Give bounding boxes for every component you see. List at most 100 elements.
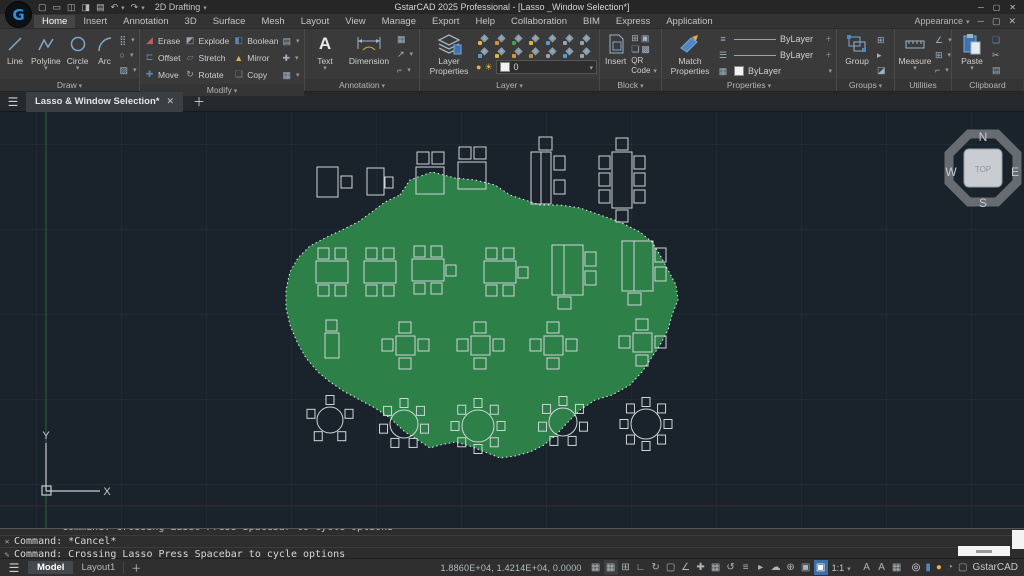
tab-view[interactable]: View [337, 15, 373, 28]
trim-tool-button[interactable]: ▦ [282, 69, 299, 81]
layer-properties-button[interactable]: Layer Properties [422, 31, 476, 79]
command-input-text[interactable]: Command: Crossing Lasso Press Spacebar t… [14, 549, 345, 560]
insert-button[interactable]: Insert [602, 31, 629, 79]
tab-layout[interactable]: Layout [293, 15, 338, 28]
explode-button[interactable]: ◩Explode [185, 32, 230, 49]
workspace-dropdown[interactable]: 2D Drafting [155, 2, 207, 12]
display-icon[interactable]: ▢ [958, 561, 967, 575]
otrack-toggle[interactable]: ✚ [694, 560, 708, 575]
hatch-tool-button[interactable]: ▨ [120, 64, 137, 76]
polyline-button[interactable]: Polyline▾ [28, 31, 64, 79]
calculator-button[interactable]: ⊞ [935, 49, 952, 61]
command-vertical-scrollbar[interactable] [1012, 530, 1024, 549]
stretch-button[interactable]: ▱Stretch [185, 49, 230, 66]
fillet-tool-button[interactable]: ✚ [282, 52, 299, 64]
panel-label-groups[interactable]: Groups [837, 79, 894, 91]
grid-toggle[interactable]: ▦ [589, 560, 603, 575]
qr-code-label[interactable]: QR Code [631, 56, 657, 77]
model-tab[interactable]: Model [28, 561, 73, 574]
layer-tool-icon[interactable]: ◈ [493, 33, 510, 46]
print-icon[interactable]: ▤ [96, 2, 105, 13]
snap-toggle[interactable]: ▦ [604, 560, 618, 575]
annotation-scale-dropdown[interactable]: 1:1 [832, 563, 851, 573]
appearance-dropdown[interactable]: Appearance [914, 16, 969, 26]
offset-button[interactable]: ⊏Offset [144, 49, 181, 66]
quick-properties-toggle[interactable]: ▣ [799, 560, 813, 575]
selection-cycling-toggle[interactable]: ▸ [754, 560, 768, 575]
isolate-objects-toggle[interactable]: ▦ [890, 560, 904, 575]
measure-button[interactable]: Measure▾ [897, 31, 933, 79]
panel-label-clipboard[interactable]: Clipboard [952, 79, 1023, 91]
polar-toggle[interactable]: ↻ [649, 560, 663, 575]
tab-3d[interactable]: 3D [177, 15, 205, 28]
command-close-icon[interactable]: ✕ [0, 537, 14, 546]
block-edit-button[interactable]: ⊞▣ [631, 33, 657, 43]
tips-bulb-icon[interactable]: ● [936, 561, 942, 575]
boolean-button[interactable]: ◧Boolean [233, 32, 278, 49]
layer-tool-icon[interactable]: ◈ [510, 33, 527, 46]
color-dropdown[interactable]: ▦ ByLayer▾ [716, 64, 834, 78]
group-edit-button[interactable]: ▸ [877, 50, 886, 60]
copy-button[interactable]: ❏Copy [233, 66, 278, 83]
point-tool-button[interactable]: ⣿ [120, 34, 137, 46]
mleader-tool-button[interactable]: ⌐ [397, 64, 413, 76]
tab-collaboration[interactable]: Collaboration [503, 15, 575, 28]
layer-tool-icon[interactable]: ◈ [476, 33, 493, 46]
id-point-button[interactable]: ⌐ [935, 64, 952, 76]
annotation-visibility-toggle[interactable]: A [860, 560, 874, 575]
new-document-button[interactable]: ＋ [193, 93, 205, 110]
minimize-button[interactable]: ─ [978, 3, 984, 12]
tab-manage[interactable]: Manage [374, 15, 424, 28]
transparency-toggle[interactable]: ⊕ [784, 560, 798, 575]
layer-dropdown[interactable]: 0 [496, 60, 597, 74]
workspace-switch-toggle[interactable]: ▣ [814, 560, 828, 575]
copy-clip-button[interactable]: ❏ [992, 35, 1001, 45]
document-tab-active[interactable]: Lasso & Window Selection* ✕ [26, 92, 183, 112]
new-file-icon[interactable]: ▢ [38, 2, 47, 13]
tab-help[interactable]: Help [467, 15, 503, 28]
app-menu-logo[interactable]: G [5, 1, 32, 28]
group-button[interactable]: Group [839, 31, 875, 79]
panel-label-layer[interactable]: Layer [420, 79, 599, 91]
qr-code-button[interactable]: ❏▩ [631, 44, 657, 54]
maximize-button[interactable]: ▢ [993, 3, 1001, 12]
layer-thaw-icon[interactable]: ☀ [484, 62, 492, 73]
leader-tool-button[interactable]: ↗ [397, 48, 413, 60]
redo-button[interactable]: ↷ [131, 2, 145, 13]
cut-clip-button[interactable]: ✂ [992, 50, 1001, 60]
save-icon[interactable]: ◫ [67, 2, 76, 13]
text-button[interactable]: A Text▾ [307, 31, 343, 79]
dynamic-input-toggle[interactable]: ▢ [664, 560, 678, 575]
tab-home[interactable]: Home [34, 15, 75, 28]
command-input-row[interactable]: ✎ Command: Crossing Lasso Press Spacebar… [0, 548, 1024, 560]
update-icon[interactable]: ◔ [947, 561, 953, 575]
3d-osnap-toggle[interactable]: ☁ [769, 560, 783, 575]
doc-restore-button[interactable]: ▢ [992, 16, 1001, 27]
angle-tool-button[interactable]: ∠ [935, 34, 952, 46]
paste-button[interactable]: Paste▾ [954, 31, 990, 79]
tab-express[interactable]: Express [608, 15, 658, 28]
tab-annotation[interactable]: Annotation [115, 15, 176, 28]
group-select-button[interactable]: ◪ [877, 65, 886, 75]
cloud-sync-icon[interactable]: ▮ [925, 561, 931, 575]
layer-tool-icon[interactable]: ◈ [578, 46, 595, 59]
erase-button[interactable]: ◢Erase [144, 32, 181, 49]
viewcube-north[interactable]: N [979, 130, 988, 144]
layer-tool-icon[interactable]: ◈ [544, 33, 561, 46]
command-horizontal-scrollbar[interactable] [958, 546, 1010, 556]
snap-mode-toggle[interactable]: ⊞ [619, 560, 633, 575]
layout1-tab[interactable]: Layout1 [73, 561, 124, 574]
status-menu-icon[interactable]: ☰ [0, 561, 28, 575]
layer-tool-icon[interactable]: ◈ [527, 46, 544, 59]
ungroup-button[interactable]: ⊞ [877, 35, 886, 45]
tab-close-icon[interactable]: ✕ [167, 96, 175, 107]
layer-tool-icon[interactable]: ◈ [476, 46, 493, 59]
snap-grid-toggle[interactable]: ▦ [709, 560, 723, 575]
tab-bim[interactable]: BIM [575, 15, 608, 28]
circle-button[interactable]: Circle▾ [64, 31, 92, 79]
save-as-icon[interactable]: ◨ [82, 2, 91, 13]
layer-dropdown-arrow[interactable] [586, 62, 593, 72]
tab-export[interactable]: Export [424, 15, 467, 28]
dimension-button[interactable]: Dimension [343, 31, 395, 79]
viewcube-top-face[interactable]: TOP [975, 165, 991, 174]
